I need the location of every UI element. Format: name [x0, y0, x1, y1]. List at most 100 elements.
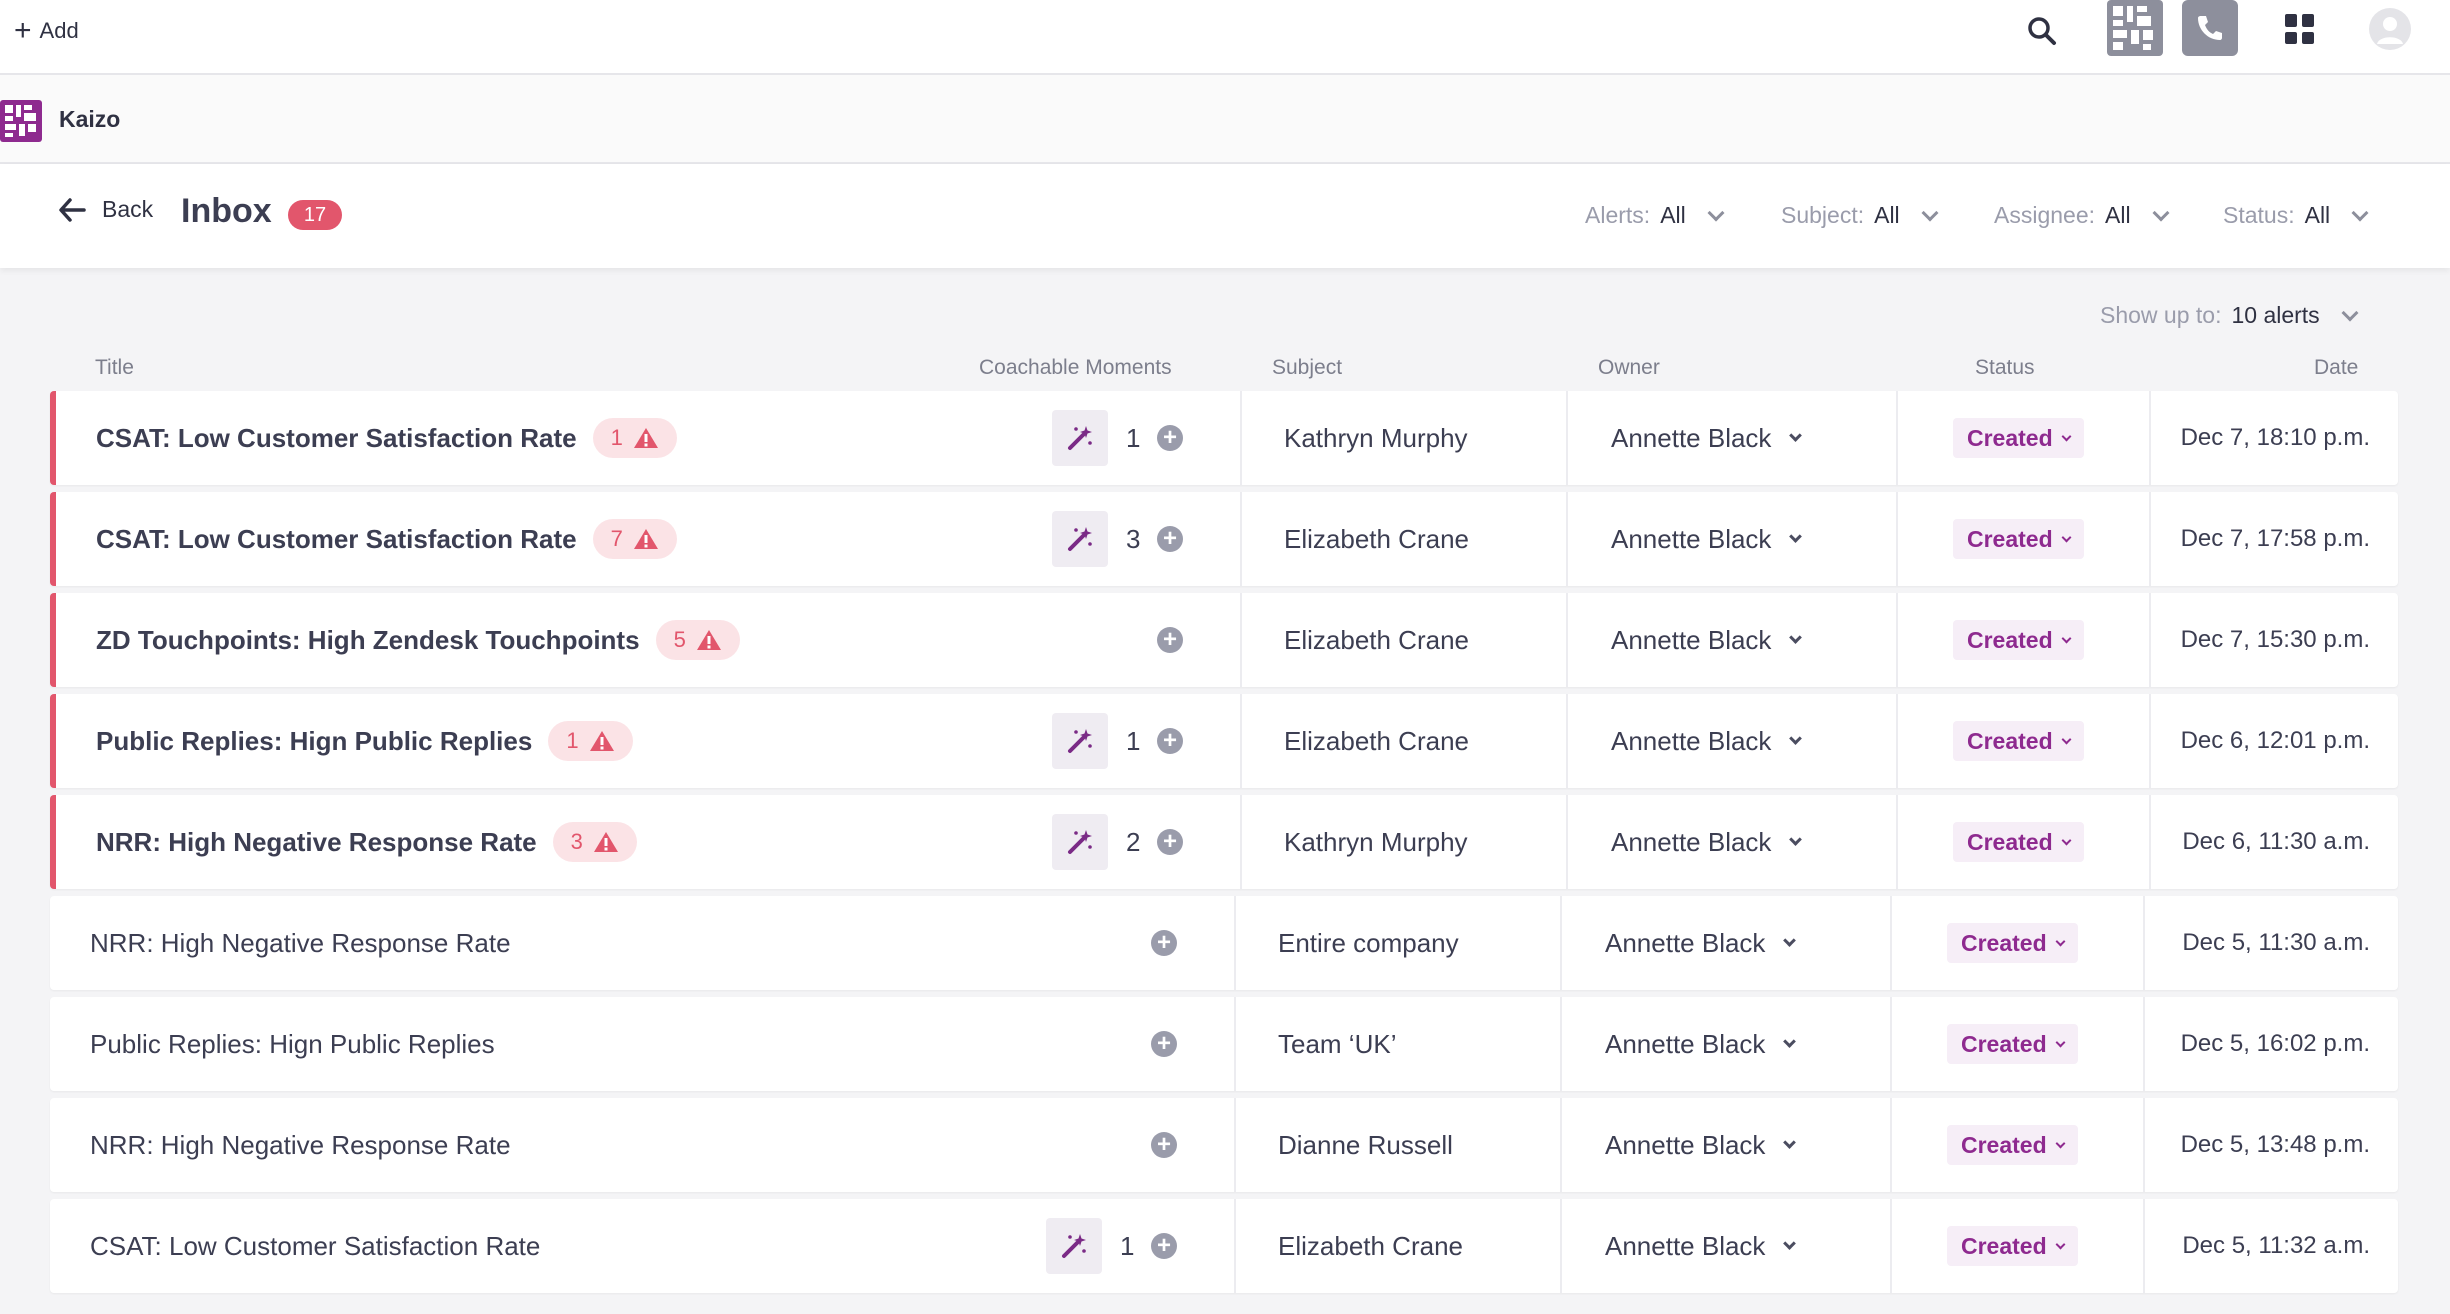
magic-wand-icon[interactable]	[1052, 511, 1108, 567]
status-dropdown[interactable]: Created	[1953, 721, 2084, 761]
alert-title[interactable]: CSAT: Low Customer Satisfaction Rate	[96, 423, 577, 454]
plus-icon: +	[14, 14, 32, 47]
alert-title[interactable]: Public Replies: Hign Public Replies	[90, 1029, 495, 1060]
chevron-down-icon	[1921, 204, 1939, 221]
add-button[interactable]: + Add	[14, 14, 79, 48]
alert-title[interactable]: NRR: High Negative Response Rate	[90, 1130, 511, 1161]
status-label: Created	[1961, 1232, 2047, 1259]
magic-wand-icon[interactable]	[1052, 713, 1108, 769]
add-circle-icon[interactable]: +	[1151, 1233, 1177, 1259]
owner-select[interactable]: Annette Black	[1605, 1098, 1797, 1192]
subject-cell: Elizabeth Crane	[1284, 725, 1469, 756]
column-divider	[1896, 593, 1898, 687]
table-row[interactable]: Public Replies: Hign Public Replies 1 1 …	[50, 694, 2398, 788]
column-header-date[interactable]: Date	[2314, 356, 2358, 380]
alert-title[interactable]: ZD Touchpoints: High Zendesk Touchpoints	[96, 625, 640, 656]
filter-label: Alerts:	[1585, 202, 1651, 228]
back-button[interactable]: Back	[58, 196, 153, 223]
filter-value: All	[2304, 202, 2331, 228]
alert-title[interactable]: NRR: High Negative Response Rate	[96, 827, 537, 858]
add-circle-icon[interactable]: +	[1151, 1132, 1177, 1158]
table-row[interactable]: ZD Touchpoints: High Zendesk Touchpoints…	[50, 593, 2398, 687]
magic-wand-icon[interactable]	[1052, 814, 1108, 870]
magic-wand-icon[interactable]	[1046, 1218, 1102, 1274]
status-label: Created	[1967, 525, 2053, 552]
subject-filter[interactable]: Subject: All	[1781, 202, 1939, 229]
owner-select[interactable]: Annette Black	[1611, 593, 1803, 687]
kaizo-app-icon[interactable]	[2107, 0, 2163, 56]
search-icon[interactable]	[2025, 14, 2059, 48]
assignee-filter[interactable]: Assignee: All	[1994, 202, 2170, 229]
owner-select[interactable]: Annette Black	[1611, 492, 1803, 586]
show-up-to-select[interactable]: Show up to: 10 alerts	[2100, 302, 2359, 329]
add-circle-icon[interactable]: +	[1157, 526, 1183, 552]
status-dropdown[interactable]: Created	[1947, 1125, 2078, 1165]
magic-wand-icon[interactable]	[1052, 410, 1108, 466]
add-circle-icon[interactable]: +	[1151, 1031, 1177, 1057]
phone-icon[interactable]	[2182, 0, 2238, 56]
table-row[interactable]: CSAT: Low Customer Satisfaction Rate 1 +…	[50, 1199, 2398, 1293]
status-dropdown[interactable]: Created	[1947, 1226, 2078, 1266]
alert-title[interactable]: NRR: High Negative Response Rate	[90, 928, 511, 959]
column-divider	[1234, 1098, 1236, 1192]
owner-name: Annette Black	[1611, 624, 1772, 655]
add-circle-icon[interactable]: +	[1157, 829, 1183, 855]
owner-select[interactable]: Annette Black	[1611, 694, 1803, 788]
add-circle-icon[interactable]: +	[1157, 627, 1183, 653]
chevron-down-icon	[2055, 1037, 2066, 1047]
chevron-down-icon	[1783, 1135, 1797, 1149]
column-header-subject[interactable]: Subject	[1272, 356, 1342, 380]
status-cell: Created	[1953, 391, 2084, 485]
owner-select[interactable]: Annette Black	[1605, 896, 1797, 990]
chevron-down-icon	[2055, 936, 2066, 946]
alerts-filter[interactable]: Alerts: All	[1585, 202, 1725, 229]
column-divider	[1240, 694, 1242, 788]
add-moment-cell: +	[1157, 795, 1183, 889]
owner-name: Annette Black	[1611, 523, 1772, 554]
status-dropdown[interactable]: Created	[1953, 822, 2084, 862]
status-filter[interactable]: Status: All	[2223, 202, 2369, 229]
alert-date: Dec 5, 16:02 p.m.	[2180, 1030, 2370, 1057]
alert-title[interactable]: CSAT: Low Customer Satisfaction Rate	[90, 1231, 540, 1262]
alert-count: 1	[566, 728, 579, 753]
owner-select[interactable]: Annette Black	[1605, 1199, 1797, 1293]
status-dropdown[interactable]: Created	[1953, 620, 2084, 660]
user-avatar[interactable]	[2369, 8, 2411, 50]
owner-select[interactable]: Annette Black	[1611, 391, 1803, 485]
column-divider	[1896, 694, 1898, 788]
status-dropdown[interactable]: Created	[1947, 923, 2078, 963]
column-divider	[2149, 593, 2151, 687]
status-dropdown[interactable]: Created	[1953, 418, 2084, 458]
table-row[interactable]: Public Replies: Hign Public Replies + Te…	[50, 997, 2398, 1091]
status-label: Created	[1967, 424, 2053, 451]
column-header-status[interactable]: Status	[1975, 356, 2035, 380]
warning-icon	[593, 832, 618, 852]
table-row[interactable]: NRR: High Negative Response Rate 3 2 + K…	[50, 795, 2398, 889]
status-cell: Created	[1953, 694, 2084, 788]
owner-select[interactable]: Annette Black	[1605, 997, 1797, 1091]
table-row[interactable]: NRR: High Negative Response Rate + Diann…	[50, 1098, 2398, 1192]
table-row[interactable]: NRR: High Negative Response Rate + Entir…	[50, 896, 2398, 990]
table-row[interactable]: CSAT: Low Customer Satisfaction Rate 7 3…	[50, 492, 2398, 586]
status-dropdown[interactable]: Created	[1947, 1024, 2078, 1064]
alert-count-badge: 1	[592, 418, 677, 458]
apps-grid-icon[interactable]	[2285, 14, 2315, 44]
add-moment-cell: +	[1151, 896, 1177, 990]
owner-select[interactable]: Annette Black	[1611, 795, 1803, 889]
chevron-down-icon	[2351, 204, 2369, 221]
alert-title[interactable]: Public Replies: Hign Public Replies	[96, 726, 532, 757]
column-header-title[interactable]: Title	[95, 356, 134, 380]
filter-value: All	[1660, 202, 1686, 228]
add-circle-icon[interactable]: +	[1157, 728, 1183, 754]
chevron-down-icon	[1789, 529, 1803, 543]
add-circle-icon[interactable]: +	[1157, 425, 1183, 451]
table-row[interactable]: CSAT: Low Customer Satisfaction Rate 1 1…	[50, 391, 2398, 485]
chevron-down-icon	[1789, 428, 1803, 442]
column-header-coachable[interactable]: Coachable Moments	[979, 356, 1172, 380]
column-header-owner[interactable]: Owner	[1598, 356, 1660, 380]
status-dropdown[interactable]: Created	[1953, 519, 2084, 559]
alert-title[interactable]: CSAT: Low Customer Satisfaction Rate	[96, 524, 577, 555]
add-circle-icon[interactable]: +	[1151, 930, 1177, 956]
coachable-moments-cell: 3	[1052, 492, 1140, 586]
coachable-moments-cell: 2	[1052, 795, 1140, 889]
